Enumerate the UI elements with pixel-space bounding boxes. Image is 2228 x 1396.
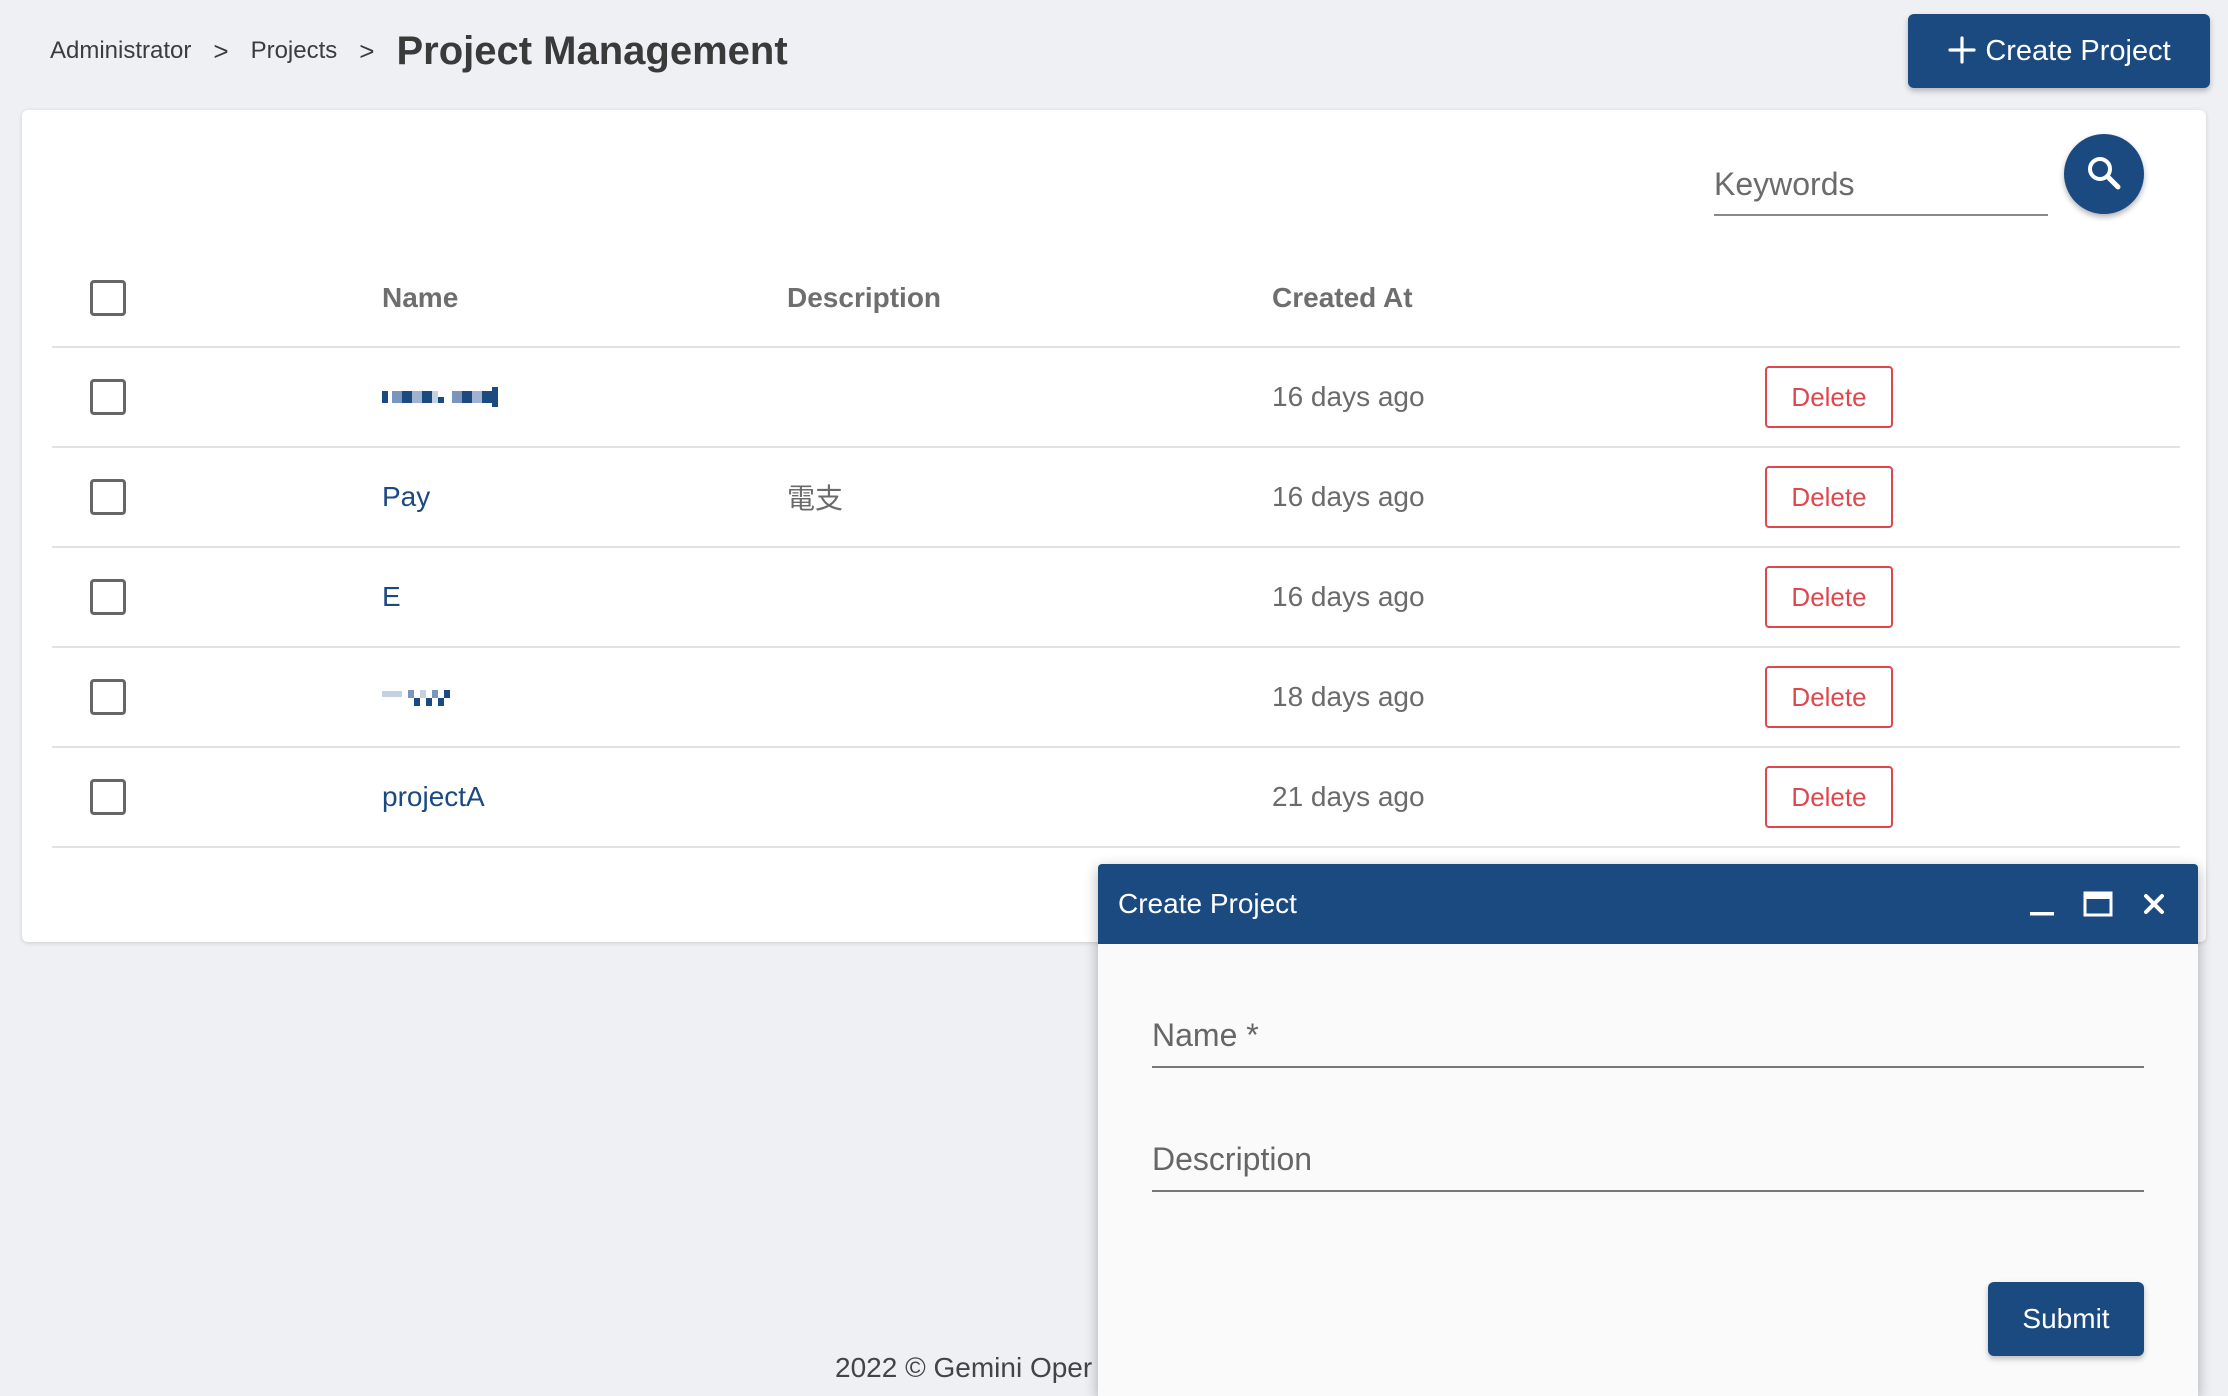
minimize-icon[interactable] [2018, 864, 2066, 944]
page-title: Project Management [396, 28, 788, 73]
keywords-input[interactable] [1714, 154, 2048, 216]
project-name-link[interactable] [382, 648, 450, 746]
table-row: projectA 21 days ago Delete [52, 748, 2180, 848]
project-created-at: 18 days ago [1272, 681, 1425, 712]
name-field[interactable]: Name * [1152, 994, 2144, 1068]
footer-copyright: 2022 © Gemini Oper [835, 1352, 1093, 1383]
projects-card: Name Description Created At [22, 110, 2206, 942]
description-field[interactable]: Description [1152, 1118, 2144, 1192]
table-row: Pay 電支 16 days ago Delete [52, 448, 2180, 548]
page: Administrator > Projects > Project Manag… [0, 0, 2228, 1396]
create-project-button[interactable]: Create Project [1908, 14, 2210, 88]
table-header-row: Name Description Created At [52, 250, 2180, 348]
row-checkbox[interactable] [90, 479, 126, 515]
delete-button[interactable]: Delete [1765, 666, 1893, 728]
table-row: E 16 days ago Delete [52, 548, 2180, 648]
table-row: 16 days ago Delete [52, 348, 2180, 448]
delete-button[interactable]: Delete [1765, 466, 1893, 528]
row-checkbox[interactable] [90, 379, 126, 415]
delete-button[interactable]: Delete [1765, 366, 1893, 428]
submit-button[interactable]: Submit [1988, 1282, 2144, 1356]
dialog-title: Create Project [1118, 888, 1297, 919]
row-checkbox[interactable] [90, 779, 126, 815]
row-checkbox[interactable] [90, 679, 126, 715]
project-created-at: 16 days ago [1272, 381, 1425, 412]
delete-button[interactable]: Delete [1765, 566, 1893, 628]
project-name-link[interactable]: Pay [382, 481, 430, 513]
column-header-description[interactable]: Description [787, 250, 941, 346]
maximize-icon[interactable] [2074, 864, 2122, 944]
create-project-dialog: Create Project Name * Description Submit [1098, 864, 2198, 1396]
close-icon[interactable] [2130, 864, 2178, 944]
search-button[interactable] [2064, 134, 2144, 214]
project-created-at: 16 days ago [1272, 581, 1425, 612]
redacted-name-pixels [382, 688, 450, 706]
project-name-link[interactable]: projectA [382, 781, 485, 813]
breadcrumb: Administrator > Projects > Project Manag… [50, 22, 788, 80]
breadcrumb-item-projects[interactable]: Projects [251, 37, 338, 65]
project-name-link[interactable]: E [382, 581, 401, 613]
select-all-checkbox[interactable] [90, 280, 126, 316]
description-input[interactable] [1152, 1118, 2144, 1190]
dialog-header[interactable]: Create Project [1098, 864, 2198, 944]
row-checkbox[interactable] [90, 579, 126, 615]
delete-button[interactable]: Delete [1765, 766, 1893, 828]
name-input[interactable] [1152, 994, 2144, 1066]
projects-table: Name Description Created At 16 days ago … [52, 250, 2180, 848]
create-project-label: Create Project [1985, 34, 2171, 67]
redacted-name-pixels [382, 387, 498, 407]
plus-icon [1947, 30, 1977, 72]
breadcrumb-separator: > [359, 35, 375, 66]
column-header-name[interactable]: Name [382, 250, 458, 346]
search-icon [2084, 153, 2124, 196]
breadcrumb-separator: > [213, 35, 229, 66]
column-header-created-at[interactable]: Created At [1272, 250, 1413, 346]
project-created-at: 16 days ago [1272, 481, 1425, 512]
project-created-at: 21 days ago [1272, 781, 1425, 812]
table-row: 18 days ago Delete [52, 648, 2180, 748]
project-name-link[interactable] [382, 348, 498, 446]
project-description: 電支 [787, 483, 844, 514]
breadcrumb-item-administrator[interactable]: Administrator [50, 37, 191, 65]
